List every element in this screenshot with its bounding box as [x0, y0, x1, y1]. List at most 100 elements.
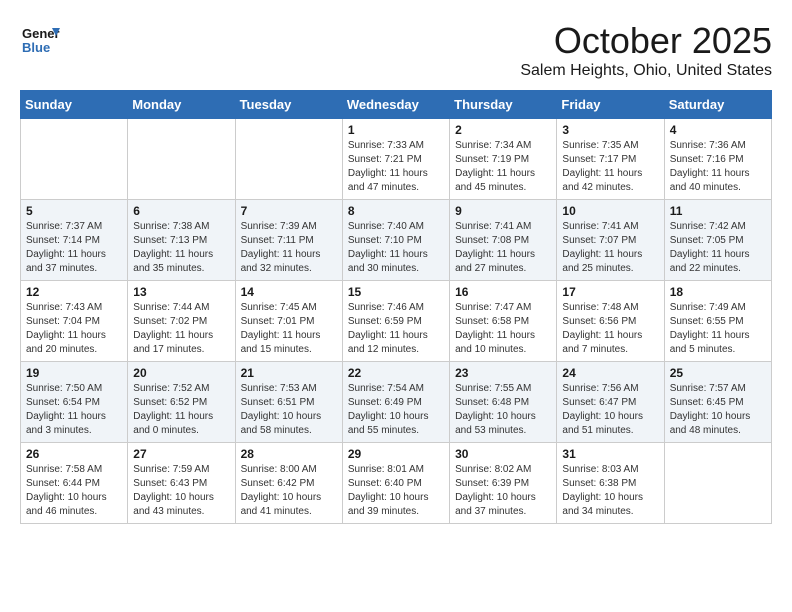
day-number: 6 — [133, 204, 229, 218]
calendar-week-row: 1Sunrise: 7:33 AM Sunset: 7:21 PM Daylig… — [21, 119, 772, 200]
day-info: Sunrise: 7:53 AM Sunset: 6:51 PM Dayligh… — [241, 382, 337, 438]
day-info: Sunrise: 7:58 AM Sunset: 6:44 PM Dayligh… — [26, 463, 122, 519]
month-title: October 2025 — [520, 20, 772, 62]
calendar-cell: 10 Sunrise: 7:41 AM Sunset: 7:07 PM Dayli… — [557, 200, 664, 281]
calendar-cell: 19 Sunrise: 7:50 AM Sunset: 6:54 PM Dayli… — [21, 362, 128, 443]
day-info: Sunrise: 7:50 AM Sunset: 6:54 PM Dayligh… — [26, 382, 122, 438]
day-info: Sunrise: 7:39 AM Sunset: 7:11 PM Dayligh… — [241, 220, 337, 276]
day-header-saturday: Saturday — [664, 91, 771, 119]
day-info: Sunrise: 7:46 AM Sunset: 6:59 PM Dayligh… — [348, 301, 444, 357]
calendar-cell: 6 Sunrise: 7:38 AM Sunset: 7:13 PM Daylig… — [128, 200, 235, 281]
calendar-cell: 25Sunrise: 7:57 AM Sunset: 6:45 PM Dayli… — [664, 362, 771, 443]
day-info: Sunrise: 7:45 AM Sunset: 7:01 PM Dayligh… — [241, 301, 337, 357]
day-number: 10 — [562, 204, 658, 218]
calendar-cell: 7 Sunrise: 7:39 AM Sunset: 7:11 PM Daylig… — [235, 200, 342, 281]
calendar-cell: 12 Sunrise: 7:43 AM Sunset: 7:04 PM Dayli… — [21, 281, 128, 362]
calendar-cell: 11 Sunrise: 7:42 AM Sunset: 7:05 PM Dayli… — [664, 200, 771, 281]
day-info: Sunrise: 7:54 AM Sunset: 6:49 PM Dayligh… — [348, 382, 444, 438]
day-header-tuesday: Tuesday — [235, 91, 342, 119]
calendar-cell: 31Sunrise: 8:03 AM Sunset: 6:38 PM Dayli… — [557, 443, 664, 524]
day-number: 27 — [133, 447, 229, 461]
day-number: 29 — [348, 447, 444, 461]
day-info: Sunrise: 7:55 AM Sunset: 6:48 PM Dayligh… — [455, 382, 551, 438]
day-info: Sunrise: 7:59 AM Sunset: 6:43 PM Dayligh… — [133, 463, 229, 519]
calendar-week-row: 19 Sunrise: 7:50 AM Sunset: 6:54 PM Dayli… — [21, 362, 772, 443]
calendar-cell: 9Sunrise: 7:41 AM Sunset: 7:08 PM Daylig… — [450, 200, 557, 281]
calendar-cell: 4Sunrise: 7:36 AM Sunset: 7:16 PM Daylig… — [664, 119, 771, 200]
day-info: Sunrise: 7:49 AM Sunset: 6:55 PM Dayligh… — [670, 301, 766, 357]
day-info: Sunrise: 7:35 AM Sunset: 7:17 PM Dayligh… — [562, 139, 658, 195]
calendar-cell: 15 Sunrise: 7:46 AM Sunset: 6:59 PM Dayli… — [342, 281, 449, 362]
calendar-cell: 8Sunrise: 7:40 AM Sunset: 7:10 PM Daylig… — [342, 200, 449, 281]
calendar-cell: 26 Sunrise: 7:58 AM Sunset: 6:44 PM Dayli… — [21, 443, 128, 524]
day-info: Sunrise: 8:00 AM Sunset: 6:42 PM Dayligh… — [241, 463, 337, 519]
calendar-cell — [128, 119, 235, 200]
calendar-cell: 22 Sunrise: 7:54 AM Sunset: 6:49 PM Dayli… — [342, 362, 449, 443]
calendar-table: SundayMondayTuesdayWednesdayThursdayFrid… — [20, 90, 772, 524]
day-number: 22 — [348, 366, 444, 380]
calendar-cell: 27 Sunrise: 7:59 AM Sunset: 6:43 PM Dayli… — [128, 443, 235, 524]
calendar-cell: 14Sunrise: 7:45 AM Sunset: 7:01 PM Dayli… — [235, 281, 342, 362]
calendar-week-row: 5Sunrise: 7:37 AM Sunset: 7:14 PM Daylig… — [21, 200, 772, 281]
day-header-monday: Monday — [128, 91, 235, 119]
logo: General Blue — [20, 20, 60, 60]
calendar-cell: 20 Sunrise: 7:52 AM Sunset: 6:52 PM Dayli… — [128, 362, 235, 443]
calendar-cell: 29 Sunrise: 8:01 AM Sunset: 6:40 PM Dayli… — [342, 443, 449, 524]
calendar-cell: 28 Sunrise: 8:00 AM Sunset: 6:42 PM Dayli… — [235, 443, 342, 524]
svg-text:Blue: Blue — [22, 40, 50, 55]
day-info: Sunrise: 7:41 AM Sunset: 7:07 PM Dayligh… — [562, 220, 658, 276]
day-number: 13 — [133, 285, 229, 299]
day-info: Sunrise: 7:48 AM Sunset: 6:56 PM Dayligh… — [562, 301, 658, 357]
calendar-cell: 3 Sunrise: 7:35 AM Sunset: 7:17 PM Daylig… — [557, 119, 664, 200]
day-number: 3 — [562, 123, 658, 137]
header: General Blue October 2025 Salem Heights,… — [20, 20, 772, 80]
location: Salem Heights, Ohio, United States — [520, 62, 772, 80]
calendar-cell: 30 Sunrise: 8:02 AM Sunset: 6:39 PM Dayli… — [450, 443, 557, 524]
day-info: Sunrise: 7:44 AM Sunset: 7:02 PM Dayligh… — [133, 301, 229, 357]
day-info: Sunrise: 7:56 AM Sunset: 6:47 PM Dayligh… — [562, 382, 658, 438]
day-info: Sunrise: 7:38 AM Sunset: 7:13 PM Dayligh… — [133, 220, 229, 276]
day-number: 30 — [455, 447, 551, 461]
day-info: Sunrise: 7:34 AM Sunset: 7:19 PM Dayligh… — [455, 139, 551, 195]
day-number: 21 — [241, 366, 337, 380]
day-number: 1 — [348, 123, 444, 137]
day-info: Sunrise: 7:47 AM Sunset: 6:58 PM Dayligh… — [455, 301, 551, 357]
calendar-header-row: SundayMondayTuesdayWednesdayThursdayFrid… — [21, 91, 772, 119]
day-number: 7 — [241, 204, 337, 218]
calendar-cell — [235, 119, 342, 200]
calendar-cell — [664, 443, 771, 524]
day-info: Sunrise: 7:43 AM Sunset: 7:04 PM Dayligh… — [26, 301, 122, 357]
day-info: Sunrise: 7:52 AM Sunset: 6:52 PM Dayligh… — [133, 382, 229, 438]
title-area: October 2025 Salem Heights, Ohio, United… — [520, 20, 772, 80]
day-number: 19 — [26, 366, 122, 380]
calendar-cell: 13 Sunrise: 7:44 AM Sunset: 7:02 PM Dayli… — [128, 281, 235, 362]
calendar-cell: 24 Sunrise: 7:56 AM Sunset: 6:47 PM Dayli… — [557, 362, 664, 443]
day-number: 15 — [348, 285, 444, 299]
day-number: 12 — [26, 285, 122, 299]
calendar-cell: 16 Sunrise: 7:47 AM Sunset: 6:58 PM Dayli… — [450, 281, 557, 362]
calendar-cell: 1Sunrise: 7:33 AM Sunset: 7:21 PM Daylig… — [342, 119, 449, 200]
calendar-cell: 23 Sunrise: 7:55 AM Sunset: 6:48 PM Dayli… — [450, 362, 557, 443]
day-number: 17 — [562, 285, 658, 299]
calendar-cell — [21, 119, 128, 200]
day-info: Sunrise: 8:02 AM Sunset: 6:39 PM Dayligh… — [455, 463, 551, 519]
day-number: 16 — [455, 285, 551, 299]
calendar-cell: 21 Sunrise: 7:53 AM Sunset: 6:51 PM Dayli… — [235, 362, 342, 443]
day-number: 24 — [562, 366, 658, 380]
day-header-sunday: Sunday — [21, 91, 128, 119]
day-info: Sunrise: 7:36 AM Sunset: 7:16 PM Dayligh… — [670, 139, 766, 195]
day-header-thursday: Thursday — [450, 91, 557, 119]
day-number: 26 — [26, 447, 122, 461]
day-number: 23 — [455, 366, 551, 380]
day-info: Sunrise: 7:37 AM Sunset: 7:14 PM Dayligh… — [26, 220, 122, 276]
calendar-cell: 2 Sunrise: 7:34 AM Sunset: 7:19 PM Daylig… — [450, 119, 557, 200]
day-number: 2 — [455, 123, 551, 137]
day-info: Sunrise: 7:57 AM Sunset: 6:45 PM Dayligh… — [670, 382, 766, 438]
day-info: Sunrise: 8:01 AM Sunset: 6:40 PM Dayligh… — [348, 463, 444, 519]
day-number: 11 — [670, 204, 766, 218]
day-number: 20 — [133, 366, 229, 380]
day-info: Sunrise: 7:42 AM Sunset: 7:05 PM Dayligh… — [670, 220, 766, 276]
calendar-cell: 5Sunrise: 7:37 AM Sunset: 7:14 PM Daylig… — [21, 200, 128, 281]
day-number: 28 — [241, 447, 337, 461]
day-number: 31 — [562, 447, 658, 461]
